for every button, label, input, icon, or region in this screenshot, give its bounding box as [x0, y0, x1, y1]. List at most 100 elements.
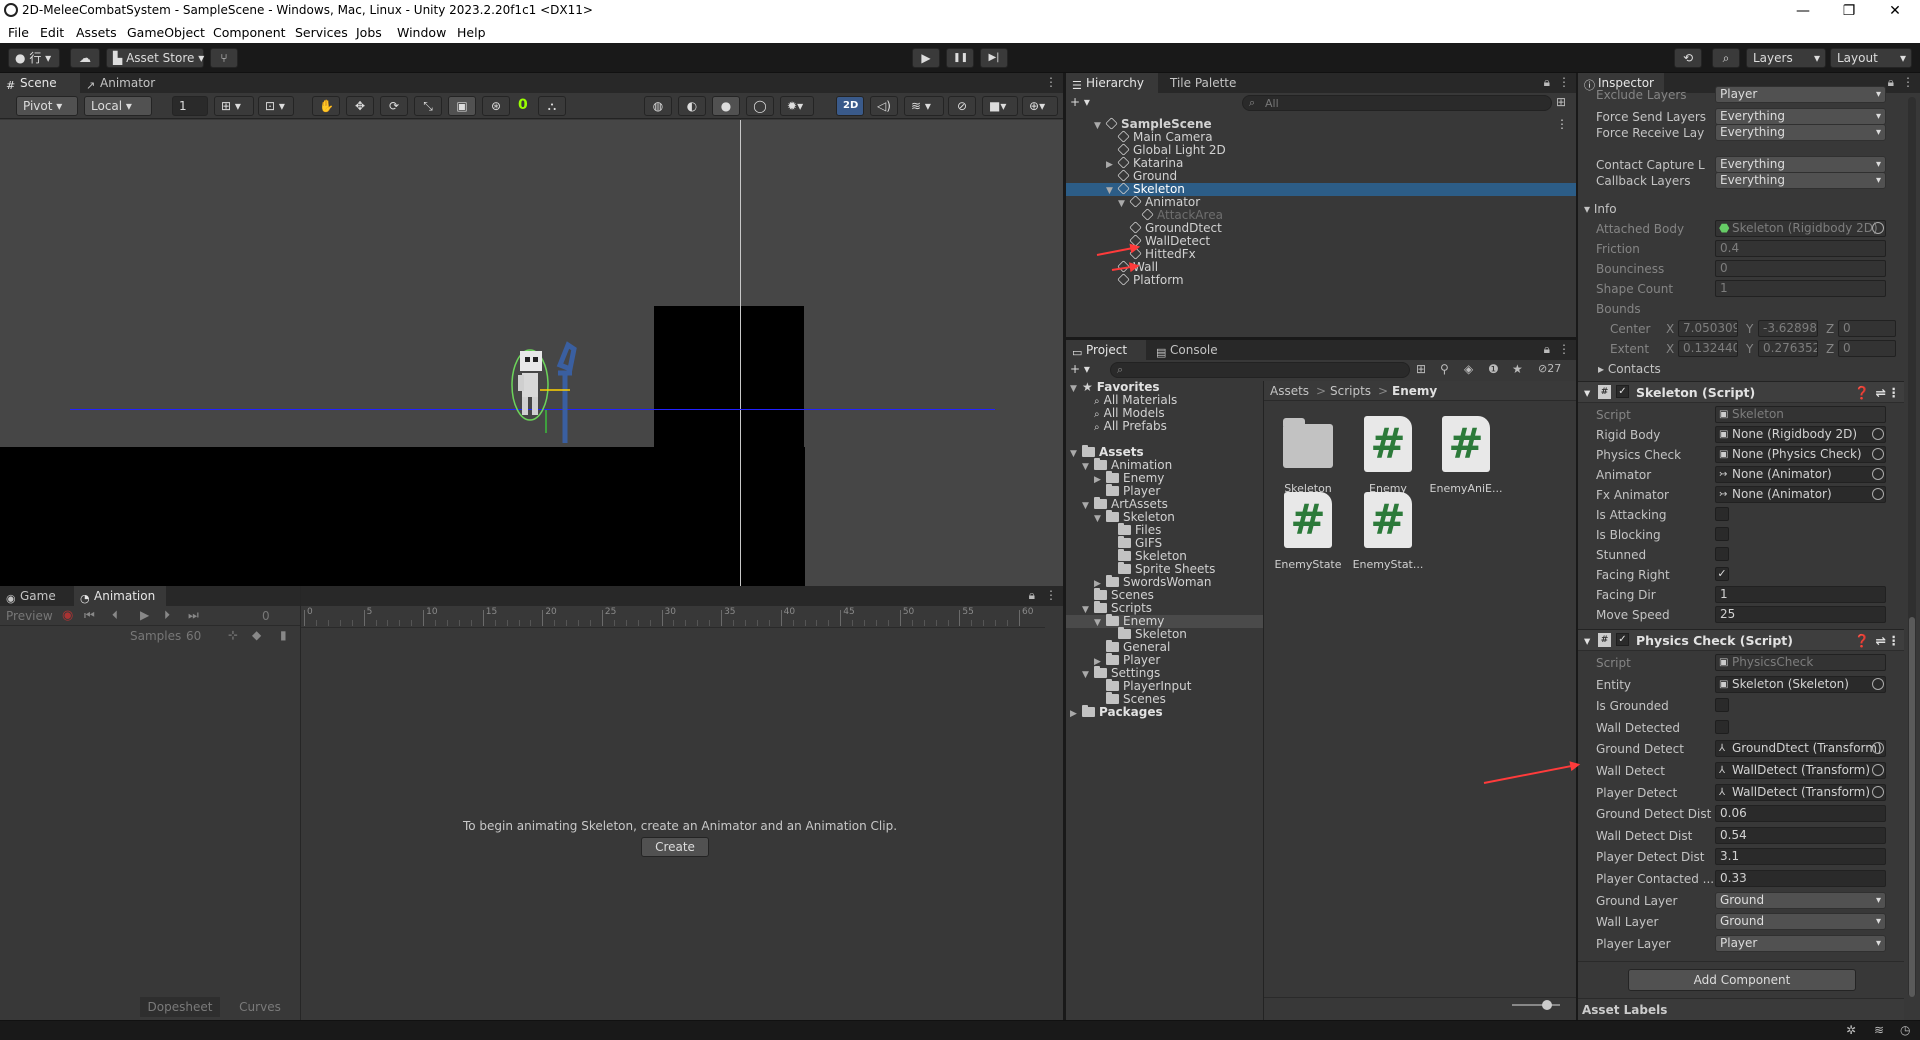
- layer-row-dropdown[interactable]: Everything: [1715, 172, 1886, 189]
- play-anim-icon[interactable]: ▶: [140, 608, 149, 622]
- hidden-count-badge[interactable]: ⊘27: [1538, 362, 1561, 375]
- gizmos-button[interactable]: ⊕▾: [1022, 96, 1058, 116]
- object-field[interactable]: ▣ Skeleton (Skeleton): [1715, 675, 1886, 693]
- center-x-field[interactable]: 7.050309: [1678, 320, 1738, 337]
- tab-game[interactable]: ◉ Game: [0, 586, 70, 606]
- close-button[interactable]: ✕: [1872, 0, 1918, 22]
- create-button[interactable]: Create: [641, 837, 709, 857]
- camera-button[interactable]: ■▾: [982, 96, 1018, 116]
- menu-window[interactable]: Window: [397, 25, 446, 40]
- menu-file[interactable]: File: [8, 25, 29, 40]
- local-dropdown[interactable]: Local ▾: [84, 96, 152, 116]
- hand-tool-button[interactable]: ✋: [312, 96, 340, 116]
- object-picker-icon[interactable]: [1872, 785, 1884, 798]
- debug-draw-button[interactable]: ✹▾: [780, 96, 814, 116]
- object-field[interactable]: ▣ Skeleton: [1715, 406, 1886, 423]
- project-tree-item-general[interactable]: General: [1066, 640, 1263, 654]
- history-button[interactable]: ⟲: [1674, 48, 1702, 68]
- step-button[interactable]: ▶|: [980, 48, 1008, 68]
- lock-icon[interactable]: 🔒︎: [1544, 75, 1550, 90]
- account-button[interactable]: ● 行 ▾: [8, 48, 60, 68]
- bounciness-field[interactable]: 0: [1715, 260, 1886, 277]
- asset-store-button[interactable]: ▙ Asset Store ▾: [106, 48, 204, 68]
- object-picker-icon[interactable]: [1872, 677, 1884, 690]
- text-field[interactable]: 1: [1715, 586, 1886, 603]
- increment-snap-button[interactable]: ⊡ ▾: [258, 96, 294, 116]
- center-y-field[interactable]: -3.62898: [1758, 320, 1818, 337]
- hierarchy-item-grounddtect[interactable]: GroundDtect: [1066, 221, 1576, 235]
- grid-size-field[interactable]: 1: [172, 96, 208, 116]
- add-component-button[interactable]: Add Component: [1628, 969, 1856, 991]
- curves-tab[interactable]: Curves: [220, 997, 300, 1017]
- samples-field[interactable]: 60: [186, 629, 201, 643]
- component-menu-icon[interactable]: ⋮: [1888, 633, 1901, 648]
- panel-menu-icon[interactable]: ⋮: [1558, 75, 1570, 89]
- wireframe-button[interactable]: ◍: [644, 96, 672, 116]
- layer-row-dropdown[interactable]: Everything: [1715, 124, 1886, 141]
- menu-help[interactable]: Help: [457, 25, 486, 40]
- component-menu-icon[interactable]: ⋮: [1888, 385, 1901, 400]
- project-tree-item-all-prefabs[interactable]: ⌕ All Prefabs: [1066, 420, 1263, 434]
- project-tree-item-scenes[interactable]: Scenes: [1066, 692, 1263, 706]
- lock-icon[interactable]: 🔒︎: [1544, 342, 1550, 357]
- hierarchy-search-input[interactable]: ⌕ All: [1242, 95, 1552, 111]
- debug-icon[interactable]: ✲: [1846, 1023, 1856, 1037]
- breadcrumb-assets[interactable]: Assets: [1270, 384, 1309, 398]
- project-tree-item-enemy[interactable]: ▶ Enemy: [1066, 471, 1263, 485]
- help-icon[interactable]: ❓: [1854, 385, 1870, 401]
- object-picker-icon[interactable]: [1872, 222, 1884, 234]
- transform-tool-button[interactable]: ⊛: [482, 96, 510, 116]
- object-picker-icon[interactable]: [1872, 448, 1884, 460]
- panel-menu-icon[interactable]: ⋮: [1558, 342, 1570, 356]
- layer-dropdown[interactable]: Ground: [1715, 913, 1886, 931]
- object-picker-icon[interactable]: [1872, 764, 1884, 776]
- hierarchy-item-attackarea[interactable]: AttackArea: [1066, 208, 1576, 222]
- text-field[interactable]: 0.33: [1715, 870, 1886, 887]
- panel-menu-icon[interactable]: ⋮: [1045, 588, 1057, 602]
- move-tool-button[interactable]: ✥: [346, 96, 374, 116]
- object-picker-icon[interactable]: [1872, 488, 1884, 500]
- help-icon[interactable]: ❓: [1854, 633, 1870, 649]
- asset-enemy[interactable]: # Enemy: [1346, 416, 1430, 495]
- toggle-2d-button[interactable]: 2D: [836, 96, 864, 116]
- text-field[interactable]: 25: [1715, 606, 1886, 623]
- object-field[interactable]: ↣ None (Animator): [1715, 466, 1886, 483]
- info-icon[interactable]: ❶: [1488, 362, 1499, 376]
- tab-hierarchy[interactable]: ☰ Hierarchy: [1066, 73, 1158, 93]
- shaded-wire-button[interactable]: ◐: [678, 96, 706, 116]
- audio-button[interactable]: ◁): [870, 96, 898, 116]
- menu-edit[interactable]: Edit: [40, 25, 64, 40]
- extent-x-field[interactable]: 0.1324400: [1678, 340, 1738, 357]
- hierarchy-item-walldetect[interactable]: WallDetect: [1066, 234, 1576, 248]
- create-object-button[interactable]: + ▾: [1070, 95, 1100, 111]
- search-by-label-icon[interactable]: ⚲: [1440, 362, 1449, 376]
- cloud-button[interactable]: ☁: [70, 48, 100, 68]
- prev-key-icon[interactable]: ⏴: [112, 608, 118, 623]
- friction-field[interactable]: 0.4: [1715, 240, 1886, 257]
- object-field[interactable]: ▣ None (Physics Check): [1715, 446, 1886, 463]
- hierarchy-item-platform[interactable]: Platform: [1066, 273, 1576, 287]
- project-tree-item-scripts[interactable]: ▼ Scripts: [1066, 601, 1263, 615]
- asset-enemystat[interactable]: # EnemyStat...: [1346, 492, 1430, 571]
- tab-animation[interactable]: ◔ Animation: [74, 586, 166, 606]
- chevron-right-icon[interactable]: ▶: [1070, 708, 1082, 721]
- zoom-slider-thumb[interactable]: [1542, 1000, 1552, 1010]
- hierarchy-item-animator[interactable]: ▼ Animator: [1066, 195, 1576, 209]
- presets-icon[interactable]: ⇌: [1876, 633, 1886, 648]
- pivot-dropdown[interactable]: Pivot ▾: [16, 96, 78, 116]
- scene-menu-icon[interactable]: ⋮: [1556, 118, 1568, 131]
- presets-icon[interactable]: ⇌: [1876, 385, 1886, 400]
- panel-menu-icon[interactable]: ⋮: [1045, 75, 1057, 89]
- checkbox[interactable]: [1715, 547, 1729, 561]
- checkbox[interactable]: [1715, 698, 1729, 713]
- layout-dropdown[interactable]: Layout ▾: [1830, 48, 1912, 68]
- last-key-icon[interactable]: ⏭: [188, 608, 199, 623]
- preview-button[interactable]: Preview: [6, 609, 53, 623]
- checkbox[interactable]: [1715, 507, 1729, 521]
- center-z-field[interactable]: 0: [1838, 320, 1896, 337]
- scale-tool-button[interactable]: ⤡: [414, 96, 442, 116]
- object-field[interactable]: ⅄ GroundDtect (Transform): [1715, 740, 1886, 758]
- minimize-button[interactable]: —: [1780, 0, 1826, 22]
- add-keyframe-icon[interactable]: ⊹: [228, 628, 238, 642]
- text-field[interactable]: 0.54: [1715, 826, 1886, 844]
